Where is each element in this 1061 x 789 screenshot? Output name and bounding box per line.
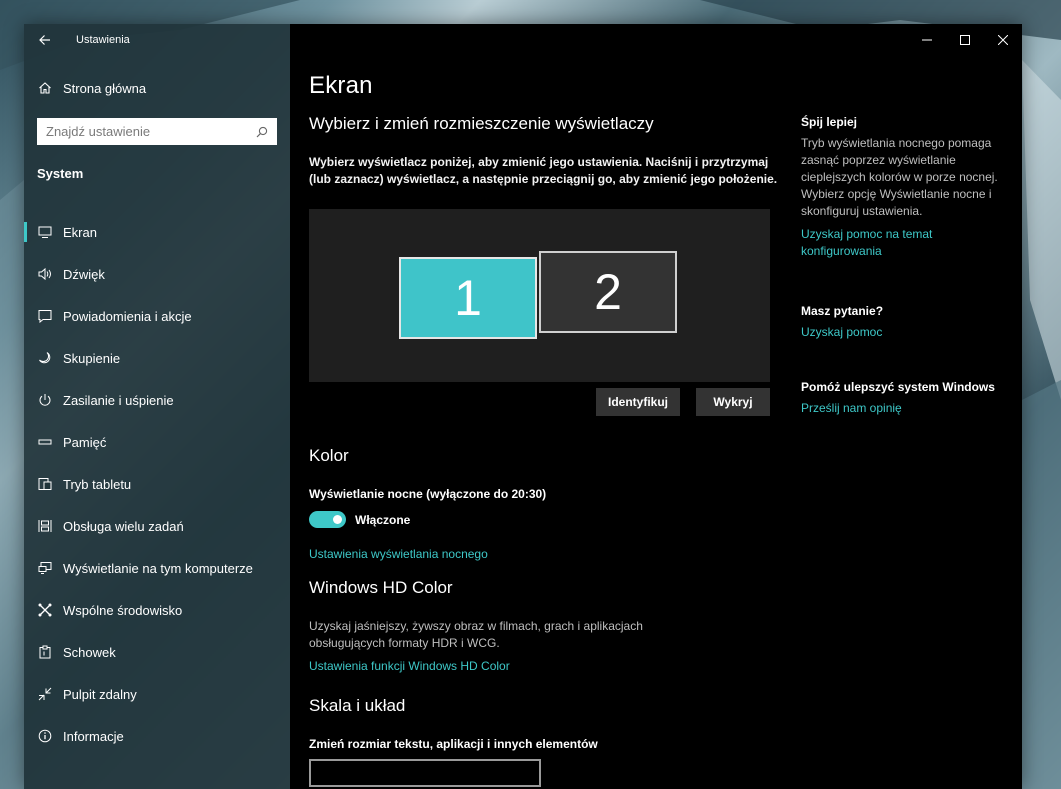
- section-title: System: [37, 166, 84, 181]
- sidebar-item-label: Skupienie: [63, 350, 121, 366]
- notification-icon: [37, 308, 53, 324]
- info-icon: [37, 728, 53, 744]
- related-panel: Śpij lepiej Tryb wyświetlania nocnego po…: [801, 115, 1006, 417]
- sidebar-item-label: Schowek: [63, 644, 116, 660]
- sleep-text: Tryb wyświetlania nocnego pomaga zasnąć …: [801, 136, 998, 218]
- sleep-help-link[interactable]: Uzyskaj pomoc na temat konfigurowania: [801, 226, 1006, 260]
- title-bar: Ustawienia: [24, 24, 290, 56]
- toggle-state-label: Włączone: [355, 512, 411, 527]
- question-block: Masz pytanie? Uzyskaj pomoc: [801, 304, 1006, 341]
- sidebar-item-label: Pamięć: [63, 434, 107, 450]
- display-buttons: Identyfikuj Wykryj: [309, 388, 770, 416]
- sleep-title: Śpij lepiej: [801, 115, 858, 129]
- search-icon[interactable]: [255, 125, 269, 139]
- sidebar: Ustawienia Strona główna System Ekran Dź…: [24, 24, 290, 789]
- improve-title: Pomóż ulepszyć system Windows: [801, 380, 995, 394]
- color-heading: Kolor: [309, 446, 349, 465]
- sidebar-item-label: Obsługa wielu zadań: [63, 518, 184, 534]
- storage-icon: [37, 434, 53, 450]
- night-light-toggle[interactable]: [309, 511, 346, 528]
- power-icon: [37, 392, 53, 408]
- shared-experiences-icon: [37, 602, 53, 618]
- sidebar-item-label: Wspólne środowisko: [63, 602, 183, 618]
- night-light-toggle-row: Włączone: [309, 511, 779, 528]
- hdr-heading: Windows HD Color: [309, 578, 453, 597]
- home-icon: [37, 80, 53, 96]
- sidebar-nav: Ekran Dźwięk Powiadomienia i akcje Skupi…: [24, 211, 290, 757]
- hdr-description: Uzyskaj jaśniejszy, żywszy obraz w filma…: [309, 619, 643, 650]
- sidebar-item-label: Pulpit zdalny: [63, 686, 137, 702]
- arrange-heading: Wybierz i zmień rozmieszczenie wyświetla…: [309, 114, 654, 133]
- scale-heading: Skala i układ: [309, 696, 406, 715]
- sidebar-item-wspolne[interactable]: Wspólne środowisko: [24, 589, 290, 631]
- search-box[interactable]: [37, 118, 277, 145]
- arrange-description: Wybierz wyświetlacz poniżej, aby zmienić…: [309, 155, 778, 186]
- sidebar-item-label: Zasilanie i uśpienie: [63, 392, 174, 408]
- sidebar-item-wyswietlanie[interactable]: Wyświetlanie na tym komputerze: [24, 547, 290, 589]
- sidebar-item-skupienie[interactable]: Skupienie: [24, 337, 290, 379]
- monitor-1[interactable]: 1: [399, 257, 537, 339]
- window-controls: [908, 24, 1022, 56]
- question-title: Masz pytanie?: [801, 304, 884, 318]
- minimize-button[interactable]: [908, 24, 946, 56]
- identify-button[interactable]: Identyfikuj: [596, 388, 680, 416]
- close-button[interactable]: [984, 24, 1022, 56]
- get-help-link[interactable]: Uzyskaj pomoc: [801, 324, 1006, 341]
- content-column: Ekran Wybierz i zmień rozmieszczenie wyś…: [309, 72, 779, 787]
- display-arrangement-canvas[interactable]: 1 2: [309, 209, 770, 382]
- maximize-icon: [960, 35, 970, 45]
- clipboard-icon: [37, 644, 53, 660]
- sidebar-item-schowek[interactable]: Schowek: [24, 631, 290, 673]
- hdr-settings-link[interactable]: Ustawienia funkcji Windows HD Color: [309, 659, 779, 673]
- scale-dropdown[interactable]: [309, 759, 541, 787]
- remote-desktop-icon: [37, 686, 53, 702]
- settings-window: Ustawienia Strona główna System Ekran Dź…: [24, 24, 1022, 789]
- feedback-block: Pomóż ulepszyć system Windows Prześlij n…: [801, 380, 1006, 417]
- monitor-icon: [37, 224, 53, 240]
- search-input[interactable]: [46, 124, 255, 139]
- sidebar-item-ekran[interactable]: Ekran: [24, 211, 290, 253]
- detect-button[interactable]: Wykryj: [696, 388, 770, 416]
- sidebar-item-wiele-zadan[interactable]: Obsługa wielu zadań: [24, 505, 290, 547]
- night-light-label: Wyświetlanie nocne (wyłączone do 20:30): [309, 487, 547, 501]
- sidebar-item-label: Ekran: [63, 224, 97, 240]
- sidebar-item-home[interactable]: Strona główna: [24, 68, 290, 108]
- app-title: Ustawienia: [76, 34, 130, 46]
- sidebar-item-label: Powiadomienia i akcje: [63, 308, 192, 324]
- sidebar-item-label: Wyświetlanie na tym komputerze: [63, 560, 253, 576]
- back-arrow-icon[interactable]: [34, 29, 56, 51]
- sidebar-item-label: Informacje: [63, 728, 124, 744]
- speaker-icon: [37, 266, 53, 282]
- page-title: Ekran: [309, 72, 373, 99]
- sidebar-item-powiadomienia[interactable]: Powiadomienia i akcje: [24, 295, 290, 337]
- sidebar-item-label: Strona główna: [63, 80, 147, 96]
- sidebar-item-zasilanie[interactable]: Zasilanie i uśpienie: [24, 379, 290, 421]
- projecting-icon: [37, 560, 53, 576]
- sidebar-item-dzwiek[interactable]: Dźwięk: [24, 253, 290, 295]
- night-light-settings-link[interactable]: Ustawienia wyświetlania nocnego: [309, 547, 779, 561]
- monitor-2[interactable]: 2: [539, 251, 677, 333]
- sidebar-item-tryb-tabletu[interactable]: Tryb tabletu: [24, 463, 290, 505]
- main-pane: Ekran Wybierz i zmień rozmieszczenie wyś…: [290, 24, 1022, 789]
- sidebar-item-informacje[interactable]: Informacje: [24, 715, 290, 757]
- multitasking-icon: [37, 518, 53, 534]
- maximize-button[interactable]: [946, 24, 984, 56]
- tablet-icon: [37, 476, 53, 492]
- sleep-block: Śpij lepiej Tryb wyświetlania nocnego po…: [801, 115, 1006, 260]
- close-icon: [998, 35, 1008, 45]
- sidebar-item-pamiec[interactable]: Pamięć: [24, 421, 290, 463]
- sidebar-item-label: Tryb tabletu: [63, 476, 132, 492]
- sidebar-item-label: Dźwięk: [63, 266, 105, 282]
- sidebar-item-pulpit-zdalny[interactable]: Pulpit zdalny: [24, 673, 290, 715]
- scale-label: Zmień rozmiar tekstu, aplikacji i innych…: [309, 737, 598, 751]
- feedback-link[interactable]: Prześlij nam opinię: [801, 400, 1006, 417]
- minimize-icon: [922, 39, 932, 41]
- moon-icon: [37, 350, 53, 366]
